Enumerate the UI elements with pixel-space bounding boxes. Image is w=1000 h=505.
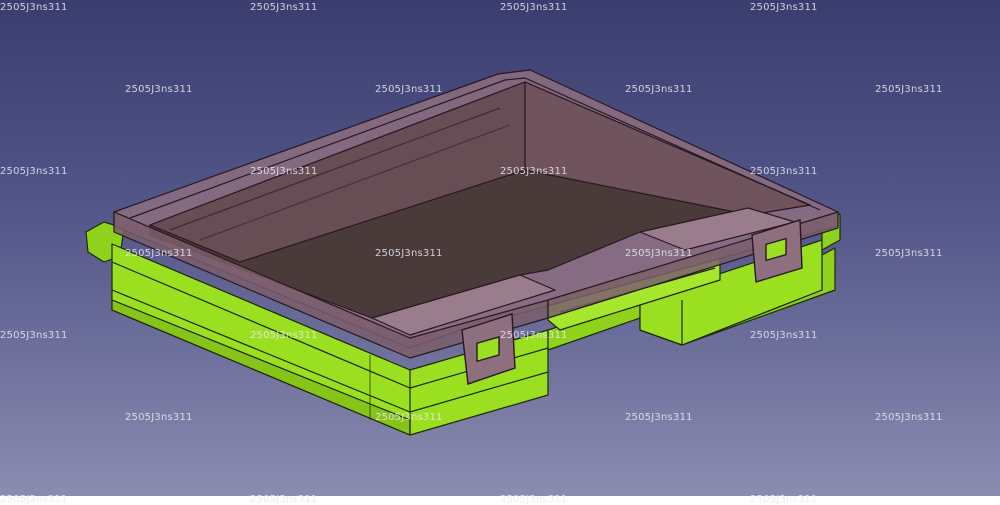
storage-box-model[interactable] [0, 0, 1000, 496]
3d-viewport[interactable]: 2505J3ns311 2505J3ns311 2505J3ns311 2505J3n… [0, 0, 1000, 505]
